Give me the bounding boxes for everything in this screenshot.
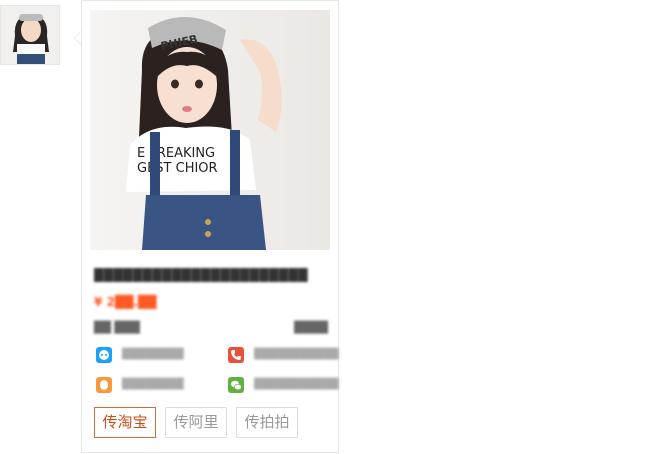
- shirt-text-line1: E FREAKING: [137, 146, 215, 161]
- product-photo[interactable]: PHIEB E FREAKING GEST CHIOR: [90, 10, 330, 250]
- qq-icon[interactable]: [96, 377, 112, 393]
- shirt-text-line2: GEST CHIOR: [137, 161, 218, 176]
- product-image: PHIEB E FREAKING GEST CHIOR: [90, 10, 330, 250]
- publish-taobao-button[interactable]: 传淘宝: [94, 407, 156, 438]
- contact-qq-text: ████████: [122, 379, 184, 390]
- chat-icon[interactable]: [96, 347, 112, 363]
- product-title[interactable]: ██████████████████████: [94, 268, 334, 282]
- contact-chat-text: ████████: [122, 349, 184, 360]
- seller-location: ██ ███: [94, 321, 140, 334]
- product-card: PHIEB E FREAKING GEST CHIOR ████████████…: [81, 0, 339, 453]
- publish-alibaba-button[interactable]: 传阿里: [165, 407, 227, 438]
- product-price: ¥ 2██.██: [94, 295, 157, 309]
- contact-wechat-text: ███████████: [254, 379, 339, 390]
- popover-pointer: [74, 31, 81, 45]
- seller-shop[interactable]: ████: [294, 321, 328, 334]
- contact-phone-text: ███████████: [254, 349, 339, 360]
- thumbnail-image: [1, 6, 59, 64]
- publish-paipai-button[interactable]: 传拍拍: [236, 407, 298, 438]
- product-thumbnail[interactable]: [0, 5, 60, 65]
- wechat-icon[interactable]: [228, 377, 244, 393]
- phone-icon[interactable]: [228, 347, 244, 363]
